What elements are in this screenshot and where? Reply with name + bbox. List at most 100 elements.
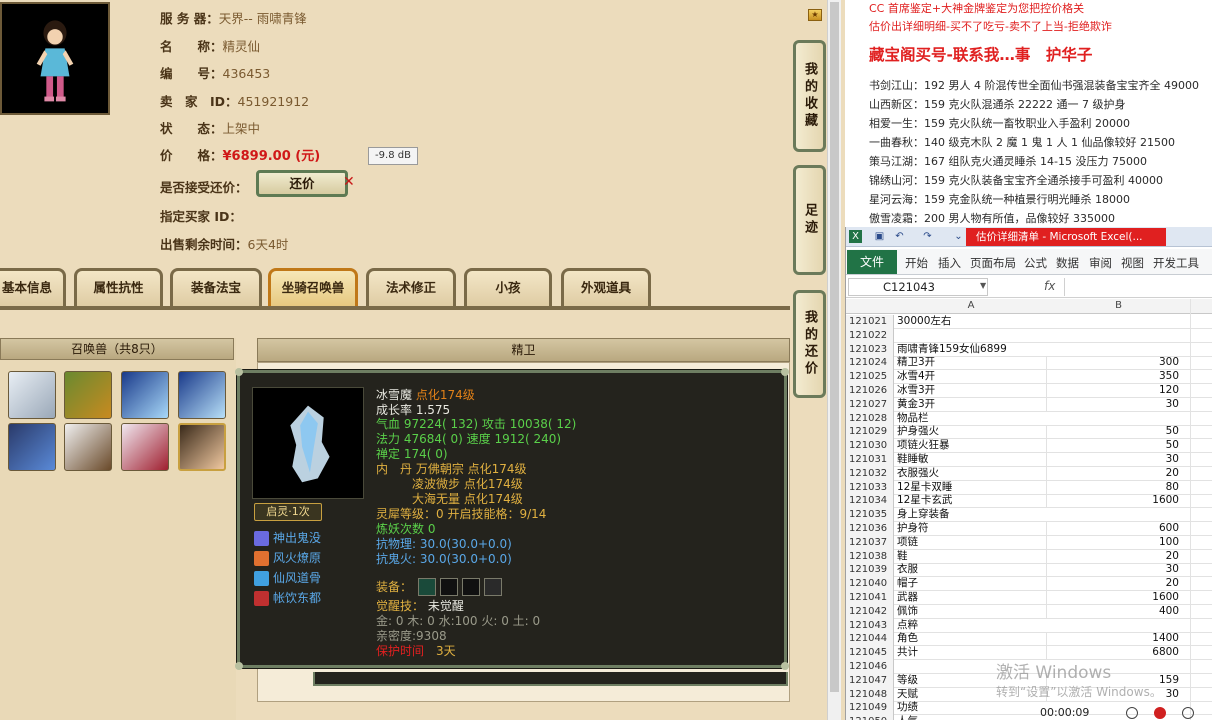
cell-a[interactable]: 物品栏 bbox=[897, 412, 1045, 425]
tab-children[interactable]: 小孩 bbox=[464, 268, 552, 306]
row-number[interactable]: 121030 bbox=[846, 439, 894, 454]
row-number[interactable]: 121050 bbox=[846, 715, 894, 720]
row-number[interactable]: 121042 bbox=[846, 604, 894, 619]
record-icon[interactable] bbox=[1154, 707, 1166, 719]
bargain-button[interactable]: 还价 bbox=[256, 170, 348, 197]
save-icon[interactable]: ▣ bbox=[873, 230, 886, 243]
pet-icon-jingwei[interactable] bbox=[178, 423, 226, 471]
cell-a[interactable]: 鞋 bbox=[897, 550, 1045, 563]
cell-b[interactable]: 1400 bbox=[1046, 632, 1181, 646]
row-number[interactable]: 121037 bbox=[846, 535, 894, 550]
row-number[interactable]: 121024 bbox=[846, 356, 894, 371]
pet-icon-ice-demon[interactable] bbox=[121, 371, 169, 419]
cell-b[interactable]: 30 bbox=[1046, 397, 1181, 411]
tab-file[interactable]: 文件 bbox=[847, 250, 897, 274]
row-number[interactable]: 121022 bbox=[846, 328, 894, 343]
row-number[interactable]: 121025 bbox=[846, 370, 894, 385]
equip-slot[interactable] bbox=[440, 578, 458, 596]
cell-a[interactable]: 护身符 bbox=[897, 522, 1045, 535]
tab-view[interactable]: 视图 bbox=[1121, 255, 1144, 271]
row-number[interactable]: 121032 bbox=[846, 466, 894, 481]
cell-a[interactable]: 黄金3开 bbox=[897, 398, 1045, 411]
tab-home[interactable]: 开始 bbox=[905, 255, 928, 271]
skill-1[interactable]: 神出鬼没 bbox=[254, 529, 321, 547]
cell-a[interactable]: 衣服强火 bbox=[897, 467, 1045, 480]
my-bargains-button[interactable]: 我的还价 bbox=[793, 290, 826, 398]
chevron-down-icon[interactable]: ▼ bbox=[980, 281, 986, 290]
cell-b[interactable]: 20 bbox=[1046, 466, 1181, 480]
cell-a[interactable]: 佩饰 bbox=[897, 605, 1045, 618]
cell-b[interactable]: 600 bbox=[1046, 522, 1181, 535]
cell-b[interactable]: 1600 bbox=[1046, 494, 1181, 508]
page-scrollbar[interactable] bbox=[827, 0, 841, 720]
row-number[interactable]: 121049 bbox=[846, 701, 894, 716]
row-number[interactable]: 121041 bbox=[846, 591, 894, 605]
row-number[interactable]: 121040 bbox=[846, 577, 894, 592]
row-number[interactable]: 121046 bbox=[846, 660, 894, 674]
cell-a[interactable]: 功绩 bbox=[897, 701, 1045, 714]
equip-slot[interactable] bbox=[418, 578, 436, 596]
pet-icon-goblin[interactable] bbox=[64, 371, 112, 419]
cell-a[interactable]: 角色 bbox=[897, 632, 1045, 645]
cell-b[interactable]: 30 bbox=[1046, 453, 1181, 466]
row-number[interactable]: 121033 bbox=[846, 480, 894, 495]
row-number[interactable]: 121047 bbox=[846, 673, 894, 688]
cell-a[interactable]: 人气 bbox=[897, 715, 1045, 720]
cell-a[interactable]: 12星卡双睡 bbox=[897, 481, 1045, 494]
cell-b[interactable]: 50 bbox=[1046, 439, 1181, 453]
cell-a[interactable]: 点粹 bbox=[897, 619, 1045, 632]
cell-a[interactable]: 武器 bbox=[897, 591, 1045, 604]
row-number[interactable]: 121036 bbox=[846, 522, 894, 536]
cell-b[interactable]: 350 bbox=[1046, 370, 1181, 384]
cell-a[interactable]: 身上穿装备 bbox=[897, 508, 1045, 521]
tab-appearance[interactable]: 外观道具 bbox=[561, 268, 651, 306]
pet-icon-ice-demon-2[interactable] bbox=[178, 371, 226, 419]
tab-data[interactable]: 数据 bbox=[1056, 255, 1079, 271]
cell-a[interactable]: 雨啸青锋159女仙6899 bbox=[897, 343, 1045, 356]
row-number[interactable]: 121029 bbox=[846, 425, 894, 440]
tab-spell-correction[interactable]: 法术修正 bbox=[366, 268, 456, 306]
tab-basic-info[interactable]: 基本信息 bbox=[0, 268, 66, 306]
cell-a[interactable]: 帽子 bbox=[897, 577, 1045, 590]
pet-icon-panda[interactable] bbox=[64, 423, 112, 471]
pause-icon[interactable] bbox=[1126, 707, 1138, 719]
cell-b[interactable]: 80 bbox=[1046, 480, 1181, 494]
skill-3[interactable]: 仙风道骨 bbox=[254, 569, 321, 587]
tab-equipment[interactable]: 装备法宝 bbox=[170, 268, 262, 306]
footprint-button[interactable]: 足迹 bbox=[793, 165, 826, 275]
row-number[interactable]: 121048 bbox=[846, 687, 894, 702]
row-number[interactable]: 121023 bbox=[846, 342, 894, 357]
row-number[interactable]: 121038 bbox=[846, 549, 894, 564]
cell-b[interactable]: 50 bbox=[1046, 425, 1181, 439]
row-number[interactable]: 121026 bbox=[846, 384, 894, 398]
settings-icon[interactable] bbox=[1182, 707, 1194, 719]
row-number[interactable]: 121039 bbox=[846, 563, 894, 578]
row-number[interactable]: 121021 bbox=[846, 315, 894, 329]
cell-b[interactable]: 20 bbox=[1046, 577, 1181, 591]
scrollbar-thumb[interactable] bbox=[830, 2, 839, 692]
tab-page-layout[interactable]: 页面布局 bbox=[970, 255, 1016, 271]
close-icon[interactable]: ✕ bbox=[343, 174, 355, 190]
column-header-a[interactable]: A bbox=[897, 300, 1045, 311]
cell-b[interactable]: 30 bbox=[1046, 563, 1181, 577]
cell-b[interactable]: 100 bbox=[1046, 535, 1181, 549]
tab-formulas[interactable]: 公式 bbox=[1024, 255, 1047, 271]
equip-slot[interactable] bbox=[462, 578, 480, 596]
cell-a[interactable]: 项链火狂暴 bbox=[897, 439, 1045, 452]
undo-icon[interactable]: ↶ bbox=[893, 230, 906, 243]
cell-a[interactable]: 冰雪3开 bbox=[897, 384, 1045, 397]
cell-b[interactable]: 300 bbox=[1046, 356, 1181, 370]
tab-insert[interactable]: 插入 bbox=[938, 255, 961, 271]
cell-a[interactable]: 12星卡玄武 bbox=[897, 494, 1045, 507]
cell-a[interactable]: 冰雪4开 bbox=[897, 370, 1045, 383]
pet-icon-spirit[interactable] bbox=[8, 423, 56, 471]
row-number[interactable]: 121043 bbox=[846, 618, 894, 633]
cell-b[interactable]: 20 bbox=[1046, 549, 1181, 563]
pet-icon-polar-bear[interactable] bbox=[8, 371, 56, 419]
tab-review[interactable]: 审阅 bbox=[1089, 255, 1112, 271]
cell-a[interactable]: 30000左右 bbox=[897, 315, 1045, 328]
cell-a[interactable]: 精卫3开 bbox=[897, 356, 1045, 369]
redo-icon[interactable]: ↷ bbox=[921, 230, 934, 243]
cell-a[interactable]: 护身强火 bbox=[897, 425, 1045, 438]
skill-2[interactable]: 风火燎原 bbox=[254, 549, 321, 567]
